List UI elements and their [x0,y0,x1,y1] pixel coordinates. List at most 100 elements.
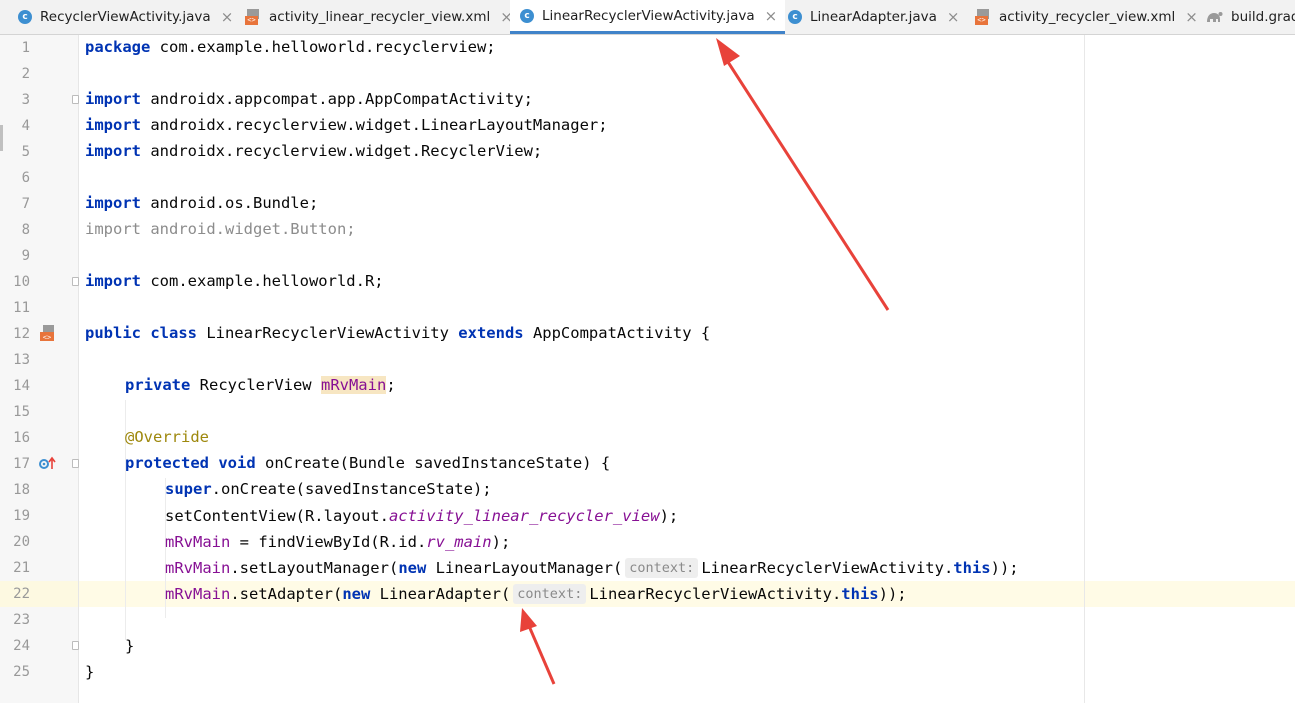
xml-file-icon: <> [975,9,991,25]
code-line-22[interactable]: mRvMain.setAdapter(new LinearAdapter(con… [165,581,907,607]
resource-id: activity_linear_recycler_view [388,507,660,525]
code-text: android.widget.Button; [141,220,356,238]
line-number: 5 [21,144,30,160]
keyword: package [85,38,151,56]
line-number-gutter[interactable] [0,35,79,703]
code-line-17[interactable]: protected void onCreate(Bundle savedInst… [125,450,610,476]
tab-linearadapter[interactable]: c LinearAdapter.java × [788,0,959,34]
code-line-21[interactable]: mRvMain.setLayoutManager(new LinearLayou… [165,555,1019,581]
line-number: 12 [13,326,30,342]
keyword: new [342,585,371,603]
xml-file-icon: <> [245,9,261,25]
line-number: 21 [13,560,30,576]
line-number: 3 [21,92,30,108]
code-text: = findViewById(R.id. [230,533,427,551]
code-text: .onCreate(savedInstanceState); [211,480,492,498]
editor-tab-bar: c RecyclerViewActivity.java × <> activit… [0,0,1295,35]
code-text: setContentView(R.layout. [165,507,389,525]
gradle-icon [1207,12,1223,22]
keyword: public class [85,324,197,342]
keyword: import [85,90,141,108]
code-line-7[interactable]: import android.os.Bundle; [85,190,318,216]
keyword: import [85,272,141,290]
code-line-5[interactable]: import androidx.recyclerview.widget.Recy… [85,138,542,164]
fold-marker[interactable] [72,277,79,286]
code-text: } [85,663,95,681]
line-number: 13 [13,352,30,368]
fold-marker[interactable] [72,95,79,104]
code-line-10[interactable]: import com.example.helloworld.R; [85,268,384,294]
code-line-19[interactable]: setContentView(R.layout.activity_linear_… [165,503,678,529]
keyword: import [85,194,141,212]
keyword: extends [458,324,524,342]
tab-build-gradle[interactable]: build.grad [1205,0,1295,34]
close-icon[interactable]: × [947,8,960,26]
code-line-25[interactable]: } [85,659,94,685]
code-line-1[interactable]: package com.example.helloworld.recyclerv… [85,34,496,60]
code-line-14[interactable]: private RecyclerView mRvMain; [125,372,396,398]
code-text: androidx.recyclerview.widget.LinearLayou… [141,116,608,134]
line-number: 20 [13,534,30,550]
code-text: onCreate(Bundle savedInstanceState) { [255,454,611,472]
layout-file-gutter-icon[interactable]: <> [39,324,57,342]
keyword: protected void [125,454,256,472]
tab-linearrecyclerviewactivity[interactable]: c LinearRecyclerViewActivity.java × [510,0,786,34]
close-icon[interactable]: × [221,8,234,26]
parameter-hint: context: [625,558,699,578]
line-number: 16 [13,430,30,446]
annotation: @Override [125,428,209,446]
line-number: 25 [13,664,30,680]
code-line-18[interactable]: super.onCreate(savedInstanceState); [165,476,492,502]
line-number: 19 [13,508,30,524]
tab-label: build.grad [1231,9,1295,25]
line-number: 15 [13,404,30,420]
right-margin-guide [1084,35,1085,703]
keyword: private [125,376,191,394]
tab-recyclerviewactivity[interactable]: c RecyclerViewActivity.java × [18,0,233,34]
code-line-12[interactable]: public class LinearRecyclerViewActivity … [85,320,710,346]
field-name-highlighted: mRvMain [320,376,387,394]
line-number: 9 [21,248,30,264]
line-number: 4 [21,118,30,134]
line-number: 17 [13,456,30,472]
code-text: )); [878,585,907,603]
code-line-8-unused-import[interactable]: import android.widget.Button; [85,216,356,242]
override-method-icon[interactable] [39,456,57,470]
code-text: LinearLayoutManager( [426,559,623,577]
code-text: )); [990,559,1019,577]
tab-activity-linear-recycler-view-xml[interactable]: <> activity_linear_recycler_view.xml × [245,0,513,34]
close-icon[interactable]: × [1185,8,1198,26]
tab-label: RecyclerViewActivity.java [40,9,211,25]
code-text: LinearRecyclerViewActivity. [589,585,842,603]
close-icon[interactable]: × [765,7,778,25]
line-number: 22 [13,586,30,602]
code-text: LinearRecyclerViewActivity. [701,559,954,577]
fold-marker[interactable] [72,641,79,650]
java-class-icon: c [788,10,802,24]
code-text: LinearAdapter( [370,585,511,603]
tab-activity-recycler-view-xml[interactable]: <> activity_recycler_view.xml × [975,0,1198,34]
field-name: mRvMain [165,585,231,603]
line-number: 11 [13,300,30,316]
code-line-24[interactable]: } [125,633,134,659]
fold-marker[interactable] [72,459,79,468]
code-line-4[interactable]: import androidx.recyclerview.widget.Line… [85,112,608,138]
line-number: 2 [21,66,30,82]
code-text: com.example.helloworld.recyclerview; [150,38,496,56]
line-number: 10 [13,274,30,290]
tab-label: activity_recycler_view.xml [999,9,1176,25]
line-number: 6 [21,170,30,186]
code-text: .setAdapter( [230,585,343,603]
parameter-hint: context: [513,584,587,604]
keyword: import [85,142,141,160]
code-text: ); [491,533,511,551]
code-text: com.example.helloworld.R; [141,272,384,290]
tab-label: LinearAdapter.java [810,9,937,25]
keyword: super [165,480,212,498]
keyword: this [953,559,991,577]
code-line-16[interactable]: @Override [125,424,209,450]
code-line-20[interactable]: mRvMain = findViewById(R.id.rv_main); [165,529,510,555]
java-class-icon: c [520,8,534,23]
code-line-3[interactable]: import androidx.appcompat.app.AppCompatA… [85,86,533,112]
field-name: mRvMain [165,533,231,551]
